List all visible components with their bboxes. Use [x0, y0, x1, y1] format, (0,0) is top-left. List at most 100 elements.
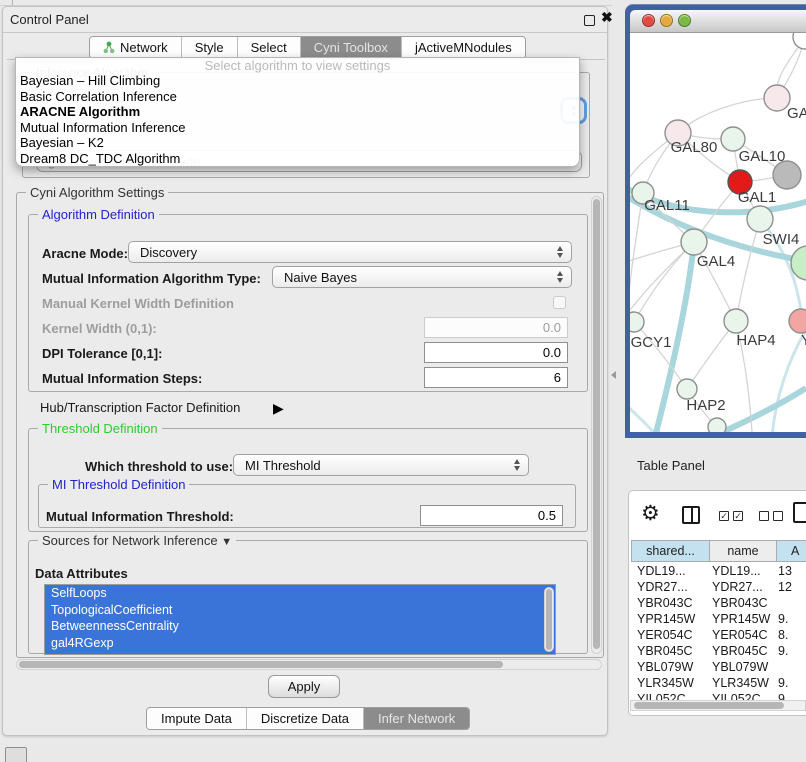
attributes-scroll-thumb[interactable] [546, 589, 552, 650]
column-panel-icon[interactable] [682, 506, 700, 524]
select-all-checkbox-icon[interactable]: ✓ [719, 511, 729, 521]
table-cell: YER054C [631, 627, 708, 643]
combo-stepper-icon [551, 271, 568, 283]
algorithm-option[interactable]: Bayesian – Hill Climbing [16, 73, 579, 89]
table-cell: YDR27... [708, 579, 774, 595]
tab-select[interactable]: Select [238, 37, 301, 58]
mi-threshold-field[interactable]: 0.5 [420, 505, 563, 526]
mi-threshold-label: Mutual Information Threshold: [46, 509, 234, 524]
algorithm-option[interactable]: Mutual Information Inference [16, 120, 579, 136]
attributes-scrollbar[interactable] [544, 587, 554, 652]
hub-definition-label: Hub/Transcription Factor Definition [40, 400, 240, 415]
network-node[interactable] [708, 418, 726, 432]
network-window-titlebar[interactable] [630, 10, 806, 33]
sources-group-title: Sources for Network Inference ▼ [38, 533, 236, 548]
gear-icon[interactable]: ⚙ [641, 501, 660, 526]
attribute-list-item[interactable]: TopologicalCoefficient [45, 602, 555, 619]
network-node-hap2[interactable] [677, 379, 697, 399]
tab-discretize-data[interactable]: Discretize Data [247, 708, 364, 729]
cyni-settings-title: Cyni Algorithm Settings [26, 185, 168, 200]
column-header-name[interactable]: name [710, 540, 777, 562]
network-edge[interactable] [736, 219, 760, 321]
mi-type-value: Naive Bayes [273, 270, 551, 285]
network-node-label: Y [801, 332, 806, 349]
network-node-gal4[interactable] [681, 229, 707, 255]
close-traffic-light-icon[interactable] [642, 14, 655, 27]
node-table[interactable]: YDL19...YDL19...13YDR27...YDR27...12YBR0… [631, 563, 806, 700]
mi-steps-field[interactable]: 6 [424, 367, 568, 388]
tab-style[interactable]: Style [182, 37, 238, 58]
table-hscroll-thumb[interactable] [634, 702, 784, 709]
network-edge-selected[interactable] [630, 405, 658, 432]
zoom-traffic-light-icon[interactable] [678, 14, 691, 27]
algorithm-option[interactable]: Bayesian – K2 [16, 135, 579, 151]
table-row[interactable]: YBL079WYBL079W [631, 659, 806, 675]
table-row[interactable]: YLR345WYLR345W9. [631, 675, 806, 691]
settings-hscroll-thumb[interactable] [19, 661, 503, 668]
network-node[interactable] [793, 33, 806, 49]
splitter-handle[interactable] [611, 371, 616, 379]
aracne-mode-combobox[interactable]: Discovery [128, 241, 572, 263]
mi-threshold-group-title: MI Threshold Definition [48, 477, 189, 492]
kernel-width-field[interactable]: 0.0 [424, 317, 568, 338]
unselect-all-checkbox-icon[interactable] [773, 511, 783, 521]
algorithm-option[interactable]: Basic Correlation Inference [16, 89, 579, 105]
apply-button[interactable]: Apply [268, 675, 340, 698]
close-icon[interactable]: ✖ [601, 9, 613, 26]
table-row[interactable]: YDR27...YDR27...12 [631, 579, 806, 595]
table-cell: YDL19... [631, 563, 708, 579]
network-canvas[interactable]: GALGAL80GAL10GAL1GAL11SWI4GAL4GCY1HAP4YH… [630, 33, 806, 432]
table-cell: 9. [774, 611, 788, 627]
tab-jactivemnodules[interactable]: jActiveMNodules [402, 37, 525, 58]
sources-collapse-arrow-icon[interactable]: ▼ [221, 536, 232, 548]
algorithm-option[interactable]: Dream8 DC_TDC Algorithm [16, 151, 579, 167]
network-node-gcy1[interactable] [630, 312, 644, 332]
table-panel-title: Table Panel [637, 458, 705, 473]
network-node-swi4[interactable] [747, 206, 773, 232]
attribute-list-item[interactable]: BetweennessCentrality [45, 618, 555, 635]
tab-cyni-toolbox[interactable]: Cyni Toolbox [301, 37, 402, 58]
which-threshold-combobox[interactable]: MI Threshold [233, 454, 529, 476]
float-window-icon[interactable] [584, 15, 595, 26]
network-node-y[interactable] [789, 309, 806, 333]
corner-panel-icon[interactable] [5, 747, 27, 762]
network-node-hap4[interactable] [724, 309, 748, 333]
settings-vscroll-thumb[interactable] [593, 199, 600, 649]
table-cell: YIL052C [708, 691, 774, 700]
app-divider-tick [12, 0, 13, 5]
control-panel-titlebar: Control Panel ✖ [3, 7, 607, 33]
table-row[interactable]: YDL19...YDL19...13 [631, 563, 806, 579]
hub-expand-arrow-icon[interactable]: ▶ [273, 400, 284, 417]
network-node[interactable] [773, 161, 801, 189]
column-header-shared-name[interactable]: shared... [631, 540, 710, 562]
manual-kernel-checkbox[interactable] [553, 296, 566, 309]
mi-type-combobox[interactable]: Naive Bayes [272, 266, 572, 288]
table-row[interactable]: YPR145WYPR145W9. [631, 611, 806, 627]
table-row[interactable]: YBR043CYBR043C [631, 595, 806, 611]
table-horizontal-scrollbar[interactable] [630, 700, 806, 711]
dpi-tolerance-field[interactable]: 0.0 [424, 342, 568, 363]
table-row[interactable]: YBR045CYBR045C9. [631, 643, 806, 659]
data-attributes-list[interactable]: SelfLoopsTopologicalCoefficientBetweenne… [44, 584, 556, 655]
table-cell: YIL052C [631, 691, 708, 700]
tab-network[interactable]: Network [90, 37, 182, 58]
table-row[interactable]: YER054CYER054C8. [631, 627, 806, 643]
attribute-list-item[interactable]: gal4RGexp [45, 635, 555, 652]
table-cell: 12 [774, 579, 792, 595]
table-cell: YDL19... [708, 563, 774, 579]
attribute-list-item[interactable]: SelfLoops [45, 585, 555, 602]
algorithm-definition-title: Algorithm Definition [38, 207, 159, 222]
document-icon[interactable] [793, 502, 806, 523]
network-node-label: GAL10 [739, 148, 786, 165]
algorithm-option[interactable]: ARACNE Algorithm [16, 104, 579, 120]
column-header-partial[interactable]: A [777, 540, 806, 562]
control-panel-title: Control Panel [10, 12, 89, 27]
minimize-traffic-light-icon[interactable] [660, 14, 673, 27]
settings-vertical-scrollbar[interactable] [591, 196, 602, 654]
tab-infer-network[interactable]: Infer Network [364, 708, 469, 729]
unselect-all-checkbox-icon[interactable] [759, 511, 769, 521]
tab-impute-data[interactable]: Impute Data [147, 708, 247, 729]
select-all-checkbox-icon[interactable]: ✓ [733, 511, 743, 521]
settings-horizontal-scrollbar[interactable] [16, 659, 602, 670]
table-row[interactable]: YIL052CYIL052C9 [631, 691, 806, 700]
